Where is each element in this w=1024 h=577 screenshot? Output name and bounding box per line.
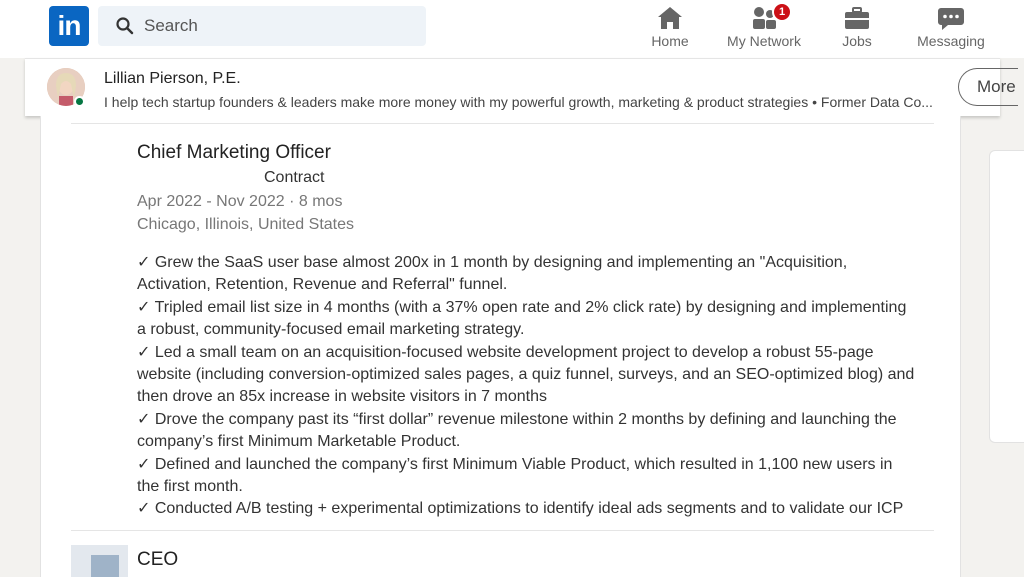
job-title: Chief Marketing Officer (137, 142, 331, 163)
description-line: ✓ Drove the company past its “first doll… (137, 410, 897, 428)
description-line: ✓ Defined and launched the company’s fir… (137, 455, 893, 473)
notification-badge: 1 (772, 2, 792, 22)
job-dates: Apr 2022 - Nov 2022 · 8 mos (137, 193, 343, 210)
nav-jobs[interactable]: Jobs (827, 0, 887, 58)
company-logo-shape (91, 555, 119, 577)
more-button[interactable]: More (958, 68, 1018, 106)
profile-name: Lillian Pierson, P.E. (104, 70, 241, 87)
job-location: Chicago, Illinois, United States (137, 216, 354, 233)
description-line: ✓ Tripled email list size in 4 months (w… (137, 298, 907, 316)
employment-type: Contract (264, 169, 325, 186)
description-line: website (including conversion-optimized … (137, 366, 915, 384)
nav-my-network-label: My Network (727, 33, 801, 49)
description-line: the first month. (137, 478, 243, 496)
nav-home-label: Home (651, 33, 689, 49)
profile-sticky-header: Lillian Pierson, P.E. I help tech startu… (25, 58, 1018, 116)
description-line: Activation, Retention, Revenue and Refer… (137, 276, 508, 294)
search-icon (116, 17, 134, 35)
experience-section: Chief Marketing Officer Contract Apr 202… (40, 116, 961, 577)
search-placeholder: Search (144, 16, 198, 35)
nav-jobs-label: Jobs (842, 33, 872, 49)
company-logo-placeholder[interactable] (71, 545, 128, 577)
nav-messaging-label: Messaging (917, 33, 985, 49)
description-line: ✓ Led a small team on an acquisition-foc… (137, 343, 874, 361)
home-icon (658, 7, 682, 29)
top-navigation-bar: in Search Home 1 My Network Jobs Messagi… (0, 0, 1024, 58)
description-line: a robust, community-focused email market… (137, 321, 525, 339)
description-line: ✓ Conducted A/B testing + experimental o… (137, 500, 904, 518)
description-line: ✓ Grew the SaaS user base almost 200x in… (137, 254, 848, 271)
search-bar[interactable]: Search (98, 6, 426, 46)
description-line: company’s first Minimum Marketable Produ… (137, 433, 461, 451)
network-icon-wrap: 1 (750, 2, 792, 31)
next-job-title[interactable]: CEO (137, 549, 178, 571)
briefcase-icon (845, 7, 869, 29)
messaging-icon (938, 8, 964, 30)
description-line: then drove an 85x increase in website vi… (137, 388, 547, 406)
nav-messaging[interactable]: Messaging (912, 0, 990, 58)
job-description: ✓ Grew the SaaS user base almost 200x in… (137, 252, 937, 521)
online-status-dot (74, 96, 85, 107)
nav-my-network[interactable]: 1 My Network (720, 0, 808, 58)
profile-headline: I help tech startup founders & leaders m… (104, 94, 933, 110)
linkedin-logo[interactable]: in (49, 6, 89, 46)
right-sidebar-card (989, 150, 1024, 443)
section-divider-top (71, 123, 934, 124)
nav-home[interactable]: Home (634, 0, 706, 58)
section-divider (71, 530, 934, 531)
